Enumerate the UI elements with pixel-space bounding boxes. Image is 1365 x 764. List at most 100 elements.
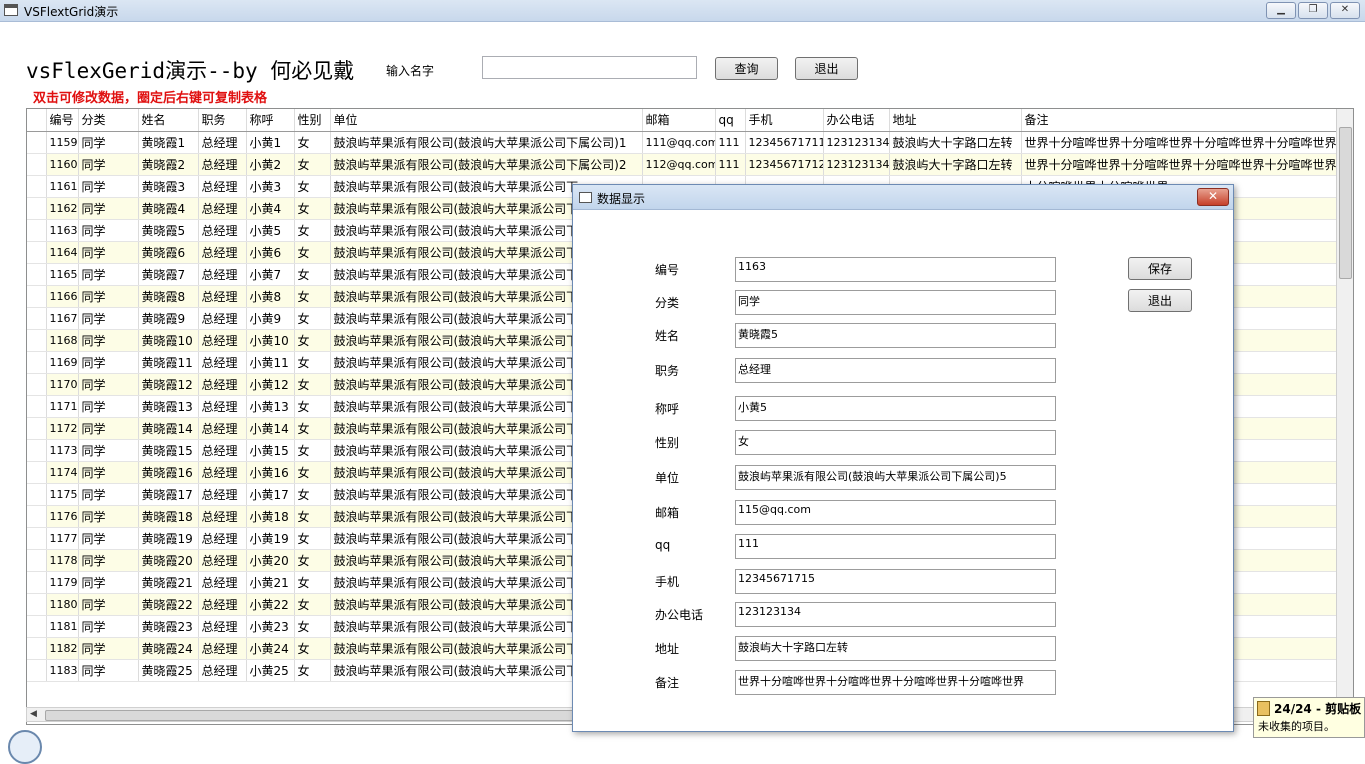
grid-cell[interactable]: 女 (294, 219, 331, 242)
row-selector[interactable] (27, 461, 47, 484)
grid-cell[interactable]: 小黄21 (246, 571, 295, 594)
dialog-exit-button[interactable]: 退出 (1128, 289, 1192, 312)
grid-cell[interactable]: 女 (294, 659, 331, 682)
grid-cell[interactable]: 女 (294, 417, 331, 440)
row-selector[interactable] (27, 219, 47, 242)
column-header[interactable]: 手机 (745, 109, 824, 132)
grid-cell[interactable]: 小黄5 (246, 219, 295, 242)
grid-cell[interactable]: 鼓浪屿大十字路口左转 (889, 131, 1022, 154)
grid-cell[interactable]: 小黄19 (246, 527, 295, 550)
grid-cell[interactable]: 1163 (46, 219, 79, 242)
grid-cell[interactable]: 女 (294, 593, 331, 616)
grid-cell[interactable]: 女 (294, 131, 331, 154)
row-selector[interactable] (27, 351, 47, 374)
grid-cell[interactable]: 1161 (46, 175, 79, 198)
column-header[interactable]: 邮箱 (642, 109, 716, 132)
grid-cell[interactable]: 黄晓霞18 (138, 505, 199, 528)
grid-cell[interactable]: 小黄24 (246, 637, 295, 660)
grid-cell[interactable]: 112@qq.com (642, 153, 716, 176)
close-window-button[interactable]: ✕ (1330, 2, 1360, 19)
grid-cell[interactable]: 黄晓霞13 (138, 395, 199, 418)
grid-cell[interactable]: 总经理 (198, 505, 247, 528)
grid-cell[interactable]: 123123134 (823, 153, 890, 176)
grid-cell[interactable]: 女 (294, 505, 331, 528)
table-row[interactable]: 1160 同学 黄晓霞2 总经理 小黄2 女鼓浪屿苹果派有限公司(鼓浪屿大苹果派公司下属公… (27, 153, 1338, 176)
column-header[interactable]: qq (715, 109, 746, 132)
grid-cell[interactable]: 黄晓霞1 (138, 131, 199, 154)
grid-cell[interactable]: 女 (294, 351, 331, 374)
grid-cell[interactable]: 同学 (78, 285, 139, 308)
grid-cell[interactable]: 总经理 (198, 373, 247, 396)
row-selector[interactable] (27, 593, 47, 616)
grid-cell[interactable]: 黄晓霞15 (138, 439, 199, 462)
row-selector[interactable] (27, 439, 47, 462)
grid-cell[interactable]: 同学 (78, 571, 139, 594)
grid-cell[interactable]: 黄晓霞12 (138, 373, 199, 396)
grid-cell[interactable]: 1167 (46, 307, 79, 330)
dialog-close-button[interactable]: ✕ (1197, 188, 1229, 206)
row-selector[interactable] (27, 637, 47, 660)
grid-cell[interactable]: 1180 (46, 593, 79, 616)
field-input[interactable]: 世界十分喧哗世界十分喧哗世界十分喧哗世界十分喧哗世界 (735, 670, 1056, 695)
grid-cell[interactable]: 1178 (46, 549, 79, 572)
field-input[interactable]: 黄晓霞5 (735, 323, 1056, 348)
grid-cell[interactable]: 小黄3 (246, 175, 295, 198)
grid-cell[interactable]: 黄晓霞11 (138, 351, 199, 374)
field-input[interactable]: 115@qq.com (735, 500, 1056, 525)
grid-cell[interactable]: 12345671711 (745, 131, 824, 154)
minimize-button[interactable]: ▁ (1266, 2, 1296, 19)
grid-cell[interactable]: 总经理 (198, 219, 247, 242)
grid-cell[interactable]: 女 (294, 549, 331, 572)
grid-cell[interactable]: 女 (294, 483, 331, 506)
grid-cell[interactable]: 同学 (78, 219, 139, 242)
save-button[interactable]: 保存 (1128, 257, 1192, 280)
grid-cell[interactable]: 123123134 (823, 131, 890, 154)
grid-cell[interactable]: 总经理 (198, 571, 247, 594)
row-selector[interactable] (27, 329, 47, 352)
grid-cell[interactable]: 女 (294, 461, 331, 484)
grid-cell[interactable]: 同学 (78, 197, 139, 220)
column-header[interactable]: 备注 (1021, 109, 1338, 132)
grid-cell[interactable]: 女 (294, 439, 331, 462)
grid-cell[interactable]: 1162 (46, 197, 79, 220)
column-header[interactable]: 称呼 (246, 109, 295, 132)
grid-cell[interactable]: 1182 (46, 637, 79, 660)
grid-cell[interactable]: 女 (294, 241, 331, 264)
grid-cell[interactable]: 黄晓霞21 (138, 571, 199, 594)
grid-cell[interactable]: 小黄16 (246, 461, 295, 484)
field-input[interactable]: 总经理 (735, 358, 1056, 383)
grid-cell[interactable]: 小黄9 (246, 307, 295, 330)
grid-cell[interactable]: 1179 (46, 571, 79, 594)
grid-cell[interactable]: 世界十分喧哗世界十分喧哗世界十分喧哗世界十分喧哗世界 (1021, 153, 1338, 176)
grid-cell[interactable]: 同学 (78, 153, 139, 176)
grid-cell[interactable]: 1181 (46, 615, 79, 638)
grid-cell[interactable]: 黄晓霞4 (138, 197, 199, 220)
clipboard-notification[interactable]: 24/24 - 剪贴板 未收集的项目。 (1253, 697, 1365, 738)
grid-cell[interactable]: 同学 (78, 527, 139, 550)
grid-cell[interactable]: 小黄25 (246, 659, 295, 682)
grid-cell[interactable]: 1183 (46, 659, 79, 682)
grid-cell[interactable]: 小黄10 (246, 329, 295, 352)
grid-cell[interactable]: 女 (294, 197, 331, 220)
row-selector[interactable] (27, 483, 47, 506)
grid-cell[interactable]: 111 (715, 131, 746, 154)
row-selector[interactable] (27, 417, 47, 440)
name-search-input[interactable] (482, 56, 697, 79)
grid-cell[interactable]: 同学 (78, 549, 139, 572)
row-selector[interactable] (27, 615, 47, 638)
grid-cell[interactable]: 小黄4 (246, 197, 295, 220)
column-header[interactable]: 办公电话 (823, 109, 890, 132)
grid-cell[interactable]: 同学 (78, 351, 139, 374)
grid-cell[interactable]: 鼓浪屿苹果派有限公司(鼓浪屿大苹果派公司下属公司)1 (330, 131, 643, 154)
grid-cell[interactable]: 总经理 (198, 461, 247, 484)
grid-cell[interactable]: 女 (294, 285, 331, 308)
column-header[interactable]: 地址 (889, 109, 1022, 132)
grid-cell[interactable]: 总经理 (198, 285, 247, 308)
grid-cell[interactable]: 1177 (46, 527, 79, 550)
grid-cell[interactable]: 总经理 (198, 549, 247, 572)
grid-cell[interactable]: 总经理 (198, 263, 247, 286)
grid-cell[interactable]: 同学 (78, 175, 139, 198)
grid-cell[interactable]: 女 (294, 615, 331, 638)
grid-cell[interactable]: 鼓浪屿大十字路口左转 (889, 153, 1022, 176)
grid-cell[interactable]: 12345671712 (745, 153, 824, 176)
